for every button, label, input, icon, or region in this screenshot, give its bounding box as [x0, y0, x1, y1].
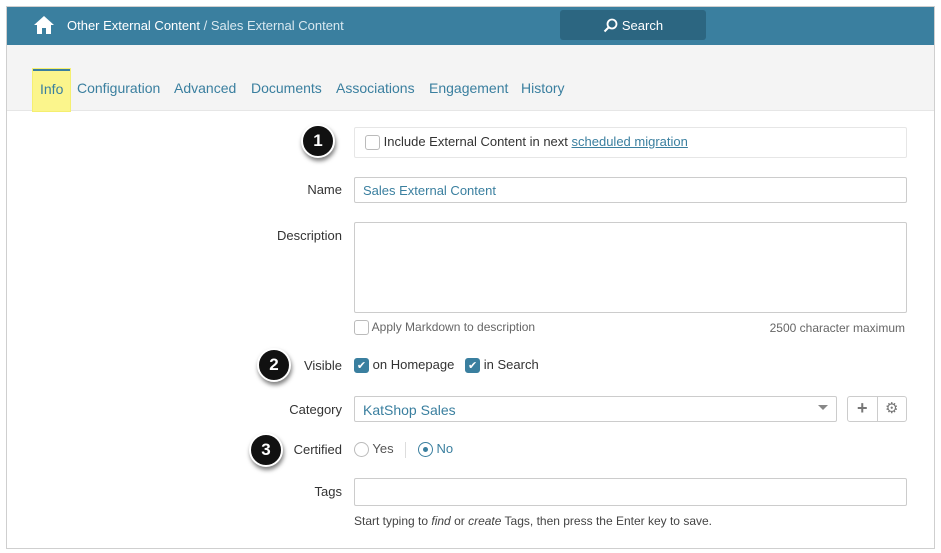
name-input[interactable]: Sales External Content [354, 177, 907, 203]
breadcrumb-separator: / [199, 18, 211, 33]
certified-no-label: No [436, 441, 454, 456]
search-label: Search [621, 17, 664, 33]
tags-input[interactable] [354, 478, 907, 506]
breadcrumb-current: Sales External Content [210, 18, 344, 33]
window: Other External Content / Sales External … [6, 6, 935, 549]
tab-associations[interactable]: Associations [336, 80, 415, 96]
breadcrumb-parent[interactable]: Other External Content [67, 18, 200, 33]
top-bar: Other External Content / Sales External … [7, 7, 934, 45]
char-max-text: 2500 character maximum [769, 321, 905, 335]
add-category-button[interactable]: + [848, 397, 878, 421]
visible-options: ✔ on Homepage ✔ in Search [354, 357, 539, 374]
tags-hint: Start typing to find or create Tags, the… [354, 514, 712, 528]
breadcrumb: Other External Content / Sales External … [67, 18, 344, 33]
markdown-label: Apply Markdown to description [371, 320, 536, 334]
divider [405, 441, 407, 458]
homepage-label: on Homepage [372, 357, 455, 372]
certified-no-radio[interactable] [417, 442, 433, 458]
plus-icon: + [856, 398, 868, 418]
certified-label: Certified [293, 442, 342, 457]
category-actions: + ⚙ [847, 396, 907, 422]
tab-engagement[interactable]: Engagement [429, 80, 508, 96]
tab-info[interactable]: Info [33, 69, 71, 111]
step-badge-3: 3 [249, 433, 283, 467]
markdown-row: Apply Markdown to description [354, 320, 536, 336]
in-search-label: in Search [483, 357, 539, 372]
tab-history[interactable]: History [521, 80, 565, 96]
search-icon [603, 18, 618, 32]
category-value: KatShop Sales [363, 402, 456, 418]
search-button[interactable]: Search [560, 10, 706, 40]
category-select[interactable]: KatShop Sales [354, 396, 837, 422]
description-textarea[interactable] [354, 222, 907, 313]
homepage-checkbox[interactable]: ✔ [354, 358, 369, 374]
home-icon[interactable] [33, 15, 55, 35]
tab-documents[interactable]: Documents [251, 80, 322, 96]
markdown-checkbox[interactable] [354, 320, 369, 336]
gear-icon: ⚙ [885, 400, 899, 417]
migration-checkbox[interactable] [365, 135, 380, 151]
description-label: Description [276, 228, 342, 243]
migration-label: Include External Content in next [383, 134, 572, 149]
certified-options: Yes No [354, 441, 453, 458]
tab-configuration[interactable]: Configuration [77, 80, 160, 96]
tab-bar: Info Configuration Advanced Documents As… [7, 45, 934, 111]
certified-yes-label: Yes [372, 441, 394, 456]
scheduled-migration-link[interactable]: scheduled migration [572, 134, 688, 149]
certified-yes-radio[interactable] [354, 442, 369, 458]
tags-label: Tags [314, 484, 342, 499]
name-label: Name [307, 182, 342, 197]
step-badge-2: 2 [257, 348, 291, 382]
category-label: Category [289, 402, 342, 417]
step-badge-1: 1 [301, 124, 335, 158]
category-settings-button[interactable]: ⚙ [878, 397, 907, 421]
chevron-down-icon [818, 405, 828, 410]
migration-row: Include External Content in next schedul… [354, 127, 907, 158]
tab-advanced[interactable]: Advanced [174, 80, 236, 96]
search-checkbox[interactable]: ✔ [465, 358, 481, 374]
visible-label: Visible [303, 358, 342, 373]
